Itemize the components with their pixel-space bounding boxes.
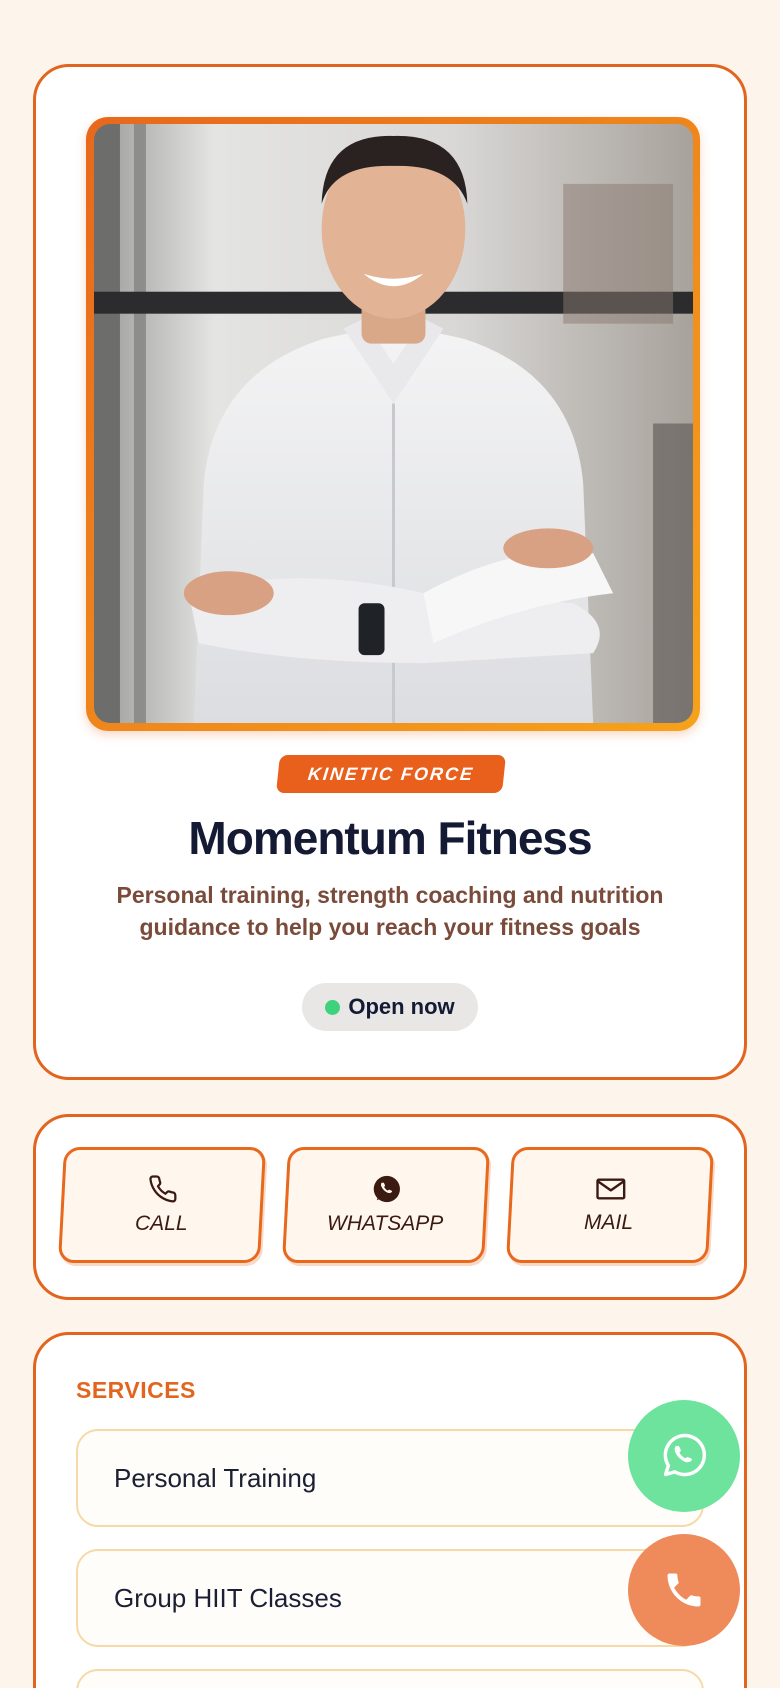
services-heading: SERVICES (76, 1377, 196, 1403)
phone-icon (149, 1175, 177, 1203)
brand-tag: KINETIC FORCE (276, 755, 506, 793)
mail-icon (596, 1178, 626, 1200)
phone-icon (667, 1573, 701, 1607)
status-dot-icon (325, 999, 341, 1015)
status-label: Open now (348, 994, 455, 1019)
profile-card: KINETIC FORCE Momentum Fitness Personal … (33, 64, 747, 1080)
call-button[interactable]: CALL (57, 1147, 267, 1263)
whatsapp-button[interactable]: WHATSAPP (281, 1147, 491, 1263)
whatsapp-label: WHATSAPP (326, 1212, 444, 1235)
profile-photo-frame (86, 117, 700, 731)
page-title: Momentum Fitness (188, 812, 592, 864)
call-label: CALL (134, 1212, 188, 1235)
whatsapp-icon (663, 1433, 707, 1477)
service-item[interactable] (76, 1669, 704, 1688)
business-description: Personal training, strength coaching and… (116, 882, 664, 940)
mail-label: MAIL (584, 1211, 634, 1234)
whatsapp-icon (373, 1175, 400, 1203)
whatsapp-fab[interactable] (628, 1400, 740, 1512)
contact-actions: CALL WHATSAPP MAIL (33, 1114, 747, 1300)
status-badge: Open now (302, 983, 478, 1031)
services-card: SERVICES Personal Training Group HIIT Cl… (33, 1332, 747, 1688)
service-item[interactable]: Personal Training (76, 1429, 704, 1527)
service-item[interactable]: Group HIIT Classes (76, 1549, 704, 1647)
call-fab[interactable] (628, 1534, 740, 1646)
mail-button[interactable]: MAIL (505, 1147, 715, 1263)
profile-photo (94, 124, 693, 723)
